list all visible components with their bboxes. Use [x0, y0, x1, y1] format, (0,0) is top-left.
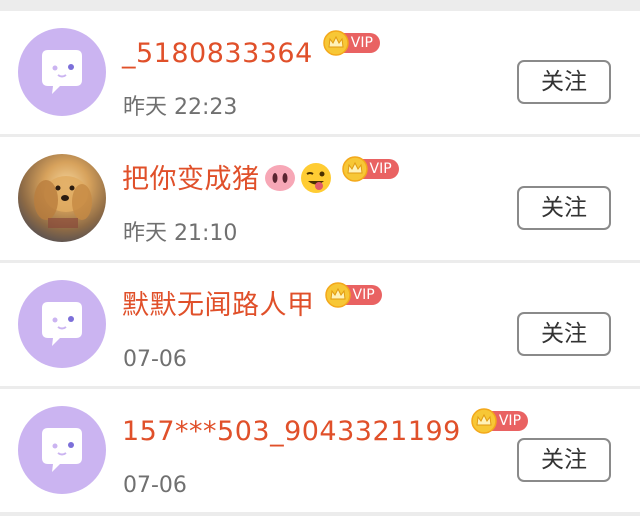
- list-item[interactable]: 把你变成猪 VIP 昨天 21:10 关注: [0, 137, 640, 260]
- dog-photo-avatar[interactable]: [18, 154, 106, 242]
- username[interactable]: 把你变成猪: [122, 160, 260, 200]
- timestamp: 07-06: [123, 473, 187, 498]
- default-avatar-icon[interactable]: [18, 406, 106, 494]
- winking-tongue-emoji: [300, 162, 332, 198]
- follow-button[interactable]: 关注: [517, 438, 611, 482]
- username[interactable]: _5180833364: [122, 34, 313, 74]
- timestamp: 昨天 21:10: [123, 221, 238, 246]
- vip-badge: VIP: [341, 156, 399, 182]
- follow-button[interactable]: 关注: [517, 186, 611, 230]
- vip-badge: VIP: [323, 30, 380, 56]
- crown-icon: [471, 408, 497, 434]
- username[interactable]: 默默无闻路人甲: [122, 286, 315, 326]
- crown-icon: [341, 156, 368, 182]
- timestamp: 昨天 22:23: [123, 95, 238, 120]
- vip-badge: VIP: [471, 408, 529, 434]
- follow-button[interactable]: 关注: [517, 312, 611, 356]
- list-item[interactable]: 157***503_9043321199 VIP 07-06 关注: [0, 389, 640, 512]
- timestamp: 07-06: [123, 347, 187, 372]
- list-item[interactable]: _5180833364 VIP 昨天 22:23 关注: [0, 11, 640, 134]
- follow-button[interactable]: 关注: [517, 60, 611, 104]
- username[interactable]: 157***503_9043321199: [122, 412, 461, 452]
- default-avatar-icon[interactable]: [18, 28, 106, 116]
- crown-icon: [323, 30, 349, 56]
- crown-icon: [324, 282, 351, 308]
- follower-list: _5180833364 VIP 昨天 22:23 关注 把你变成猪 VIP 昨天…: [0, 0, 640, 516]
- pig-nose-emoji: [264, 162, 296, 198]
- vip-badge: VIP: [324, 282, 382, 308]
- list-item[interactable]: 默默无闻路人甲 VIP 07-06 关注: [0, 263, 640, 386]
- default-avatar-icon[interactable]: [18, 280, 106, 368]
